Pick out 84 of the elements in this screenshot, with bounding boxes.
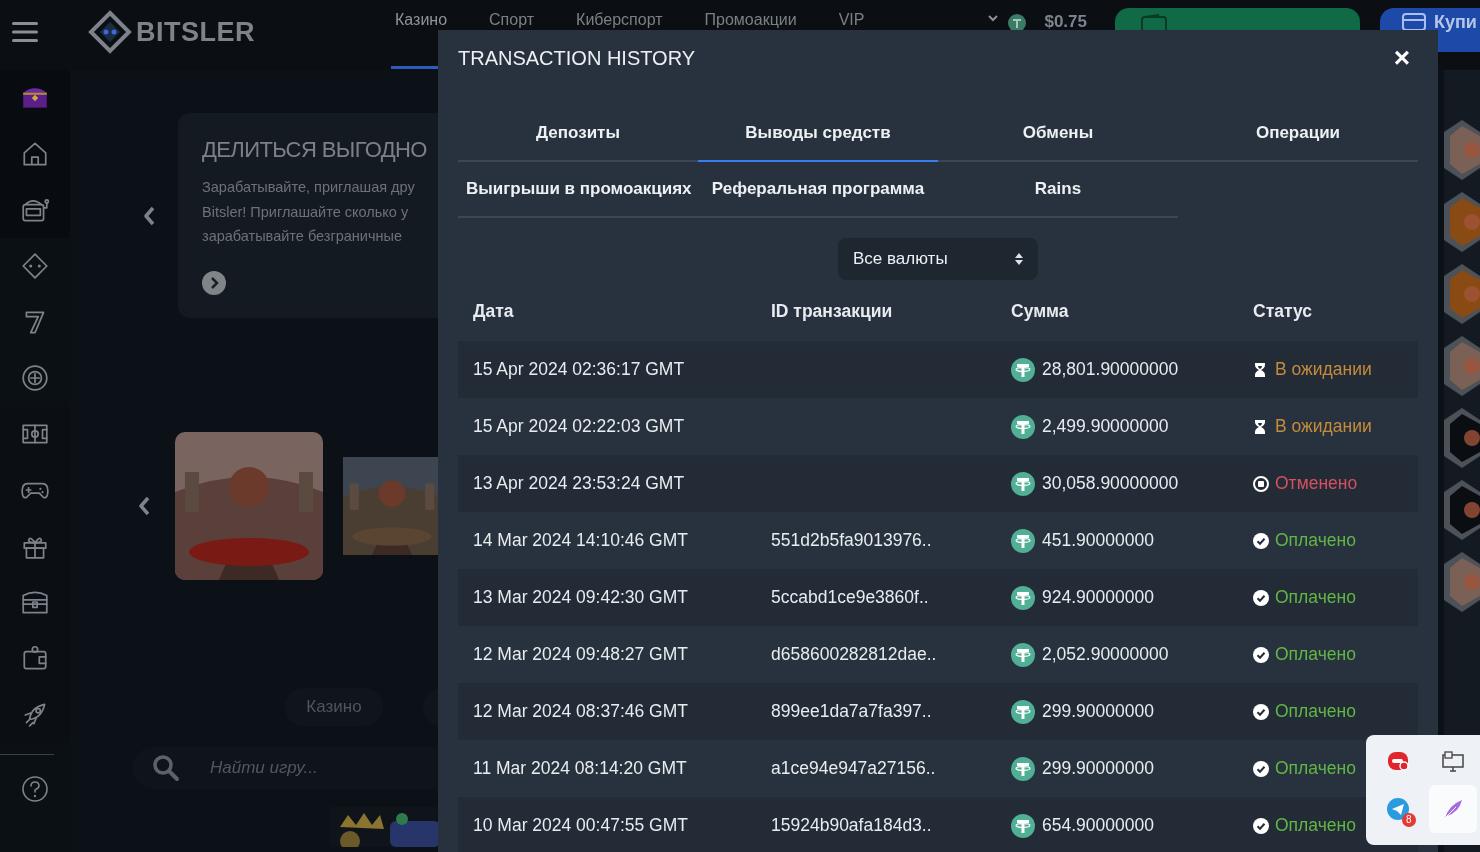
tether-coin-icon — [1011, 528, 1035, 553]
table-cell-text: 13 Apr 2024 23:53:24 GMT — [472, 473, 686, 494]
banner-text: зарабатывайте безграничные — [202, 227, 403, 246]
amount-text: 924.90000000 — [1042, 587, 1154, 608]
tab[interactable]: Rains — [938, 162, 1178, 218]
status-text: Оплачено — [1275, 530, 1356, 551]
banner-text: Bitsler! Приглашайте сколько у — [202, 202, 410, 222]
amount-text: 2,499.90000000 — [1042, 416, 1169, 437]
table-cell-text: 12 Mar 2024 08:37:46 GMT — [472, 701, 689, 722]
monitor-lock-icon[interactable] — [1440, 749, 1465, 773]
table-cell-text: d658600282812dae.. — [770, 644, 938, 665]
table-cell-text: 5ccabd1ce9e3860f.. — [770, 587, 930, 608]
column-header: Дата — [472, 300, 515, 322]
tab[interactable]: Обмены — [938, 106, 1178, 162]
help-icon[interactable] — [21, 775, 49, 803]
tether-coin-icon — [1011, 642, 1035, 667]
tab[interactable]: Депозиты — [458, 106, 698, 162]
tab[interactable]: Операции — [1178, 106, 1418, 162]
amount-text: 2,052.90000000 — [1042, 644, 1169, 665]
tether-coin-icon — [1011, 813, 1035, 838]
app-icon[interactable] — [1385, 749, 1410, 773]
tether-coin-icon — [1011, 357, 1035, 382]
stop-circle-icon — [1253, 475, 1269, 492]
amount-text: 299.90000000 — [1042, 701, 1154, 722]
tether-coin-icon — [1011, 756, 1035, 781]
amount-text: 451.90000000 — [1042, 530, 1154, 551]
table-cell-text: 899ee1da7a7fa397.. — [770, 701, 933, 722]
check-circle-icon — [1253, 703, 1269, 720]
check-circle-icon — [1253, 532, 1269, 549]
amount-text: 654.90000000 — [1042, 815, 1154, 836]
status-text: Оплачено — [1275, 758, 1356, 779]
status-text: В ожидании — [1275, 416, 1372, 437]
status-text: В ожидании — [1275, 359, 1372, 380]
caret-icon[interactable] — [988, 14, 999, 22]
card-icon — [1402, 12, 1426, 32]
check-circle-icon — [1253, 589, 1269, 606]
notification-badge: 8 — [1401, 813, 1416, 827]
tether-coin-icon — [1011, 414, 1035, 439]
tray-tile[interactable] — [1428, 785, 1477, 833]
check-circle-icon — [1253, 817, 1269, 834]
table-cell-text: 15 Apr 2024 02:22:03 GMT — [472, 416, 686, 437]
column-header: ID транзакции — [770, 300, 894, 322]
table-cell-text: a1ce94e947a27156.. — [770, 758, 937, 779]
table-cell-text: 10 Mar 2024 00:47:55 GMT — [472, 815, 689, 836]
tether-coin-icon — [1011, 471, 1035, 496]
tab[interactable]: Реферальная программа — [698, 162, 938, 218]
tab[interactable]: Выводы средств — [698, 106, 938, 162]
amount-text: 30,058.90000000 — [1042, 473, 1179, 494]
column-header: Сумма — [1010, 300, 1070, 322]
status-text: Оплачено — [1275, 587, 1356, 608]
dice-diamond-icon[interactable] — [20, 251, 50, 281]
tab[interactable]: Выигрыши в промоакциях — [458, 162, 698, 218]
table-cell-text: 14 Mar 2024 14:10:46 GMT — [472, 530, 689, 551]
paper-plane-icon[interactable] — [1385, 797, 1410, 821]
menu-icon[interactable] — [12, 21, 38, 43]
banner-title: ДЕЛИТЬСЯ ВЫГОДНО — [202, 137, 428, 163]
balance-amount: $0.75 — [1044, 12, 1087, 32]
roulette-icon[interactable] — [20, 363, 50, 393]
logo-text[interactable]: BITSLER — [136, 16, 255, 48]
status-text: Оплачено — [1275, 815, 1356, 836]
table-cell-text: 11 Mar 2024 08:14:20 GMT — [472, 758, 688, 779]
status-text: Оплачено — [1275, 644, 1356, 665]
table-cell-text: 551d2b5fa9013976.. — [770, 530, 933, 551]
currency-dropdown[interactable]: Все валюты — [838, 238, 1038, 280]
close-button[interactable]: × — [1393, 42, 1418, 74]
table-cell-text: 12 Mar 2024 09:48:27 GMT — [472, 644, 689, 665]
next-icon[interactable] — [202, 270, 226, 295]
sort-arrows-icon — [1014, 252, 1024, 266]
check-circle-icon — [1253, 760, 1269, 777]
amount-text: 28,801.90000000 — [1042, 359, 1179, 380]
column-header: Статус — [1252, 300, 1313, 322]
search-icon — [152, 754, 180, 782]
table-cell-text: 15 Apr 2024 02:36:17 GMT — [472, 359, 686, 380]
banner-text: Зарабатывайте, приглашая дру — [202, 178, 416, 197]
status-text: Оплачено — [1275, 701, 1356, 722]
check-circle-icon — [1253, 646, 1269, 663]
diamond-logo-icon — [88, 10, 132, 54]
tether-coin-icon — [1011, 585, 1035, 610]
table-cell-text: 13 Mar 2024 09:42:30 GMT — [472, 587, 689, 608]
wallet-icon[interactable] — [20, 643, 50, 673]
status-text: Отменено — [1275, 473, 1358, 494]
table-cell-text: 15924b90afa184d3.. — [770, 815, 933, 836]
amount-text: 299.90000000 — [1042, 758, 1154, 779]
tether-coin-icon — [1011, 699, 1035, 724]
